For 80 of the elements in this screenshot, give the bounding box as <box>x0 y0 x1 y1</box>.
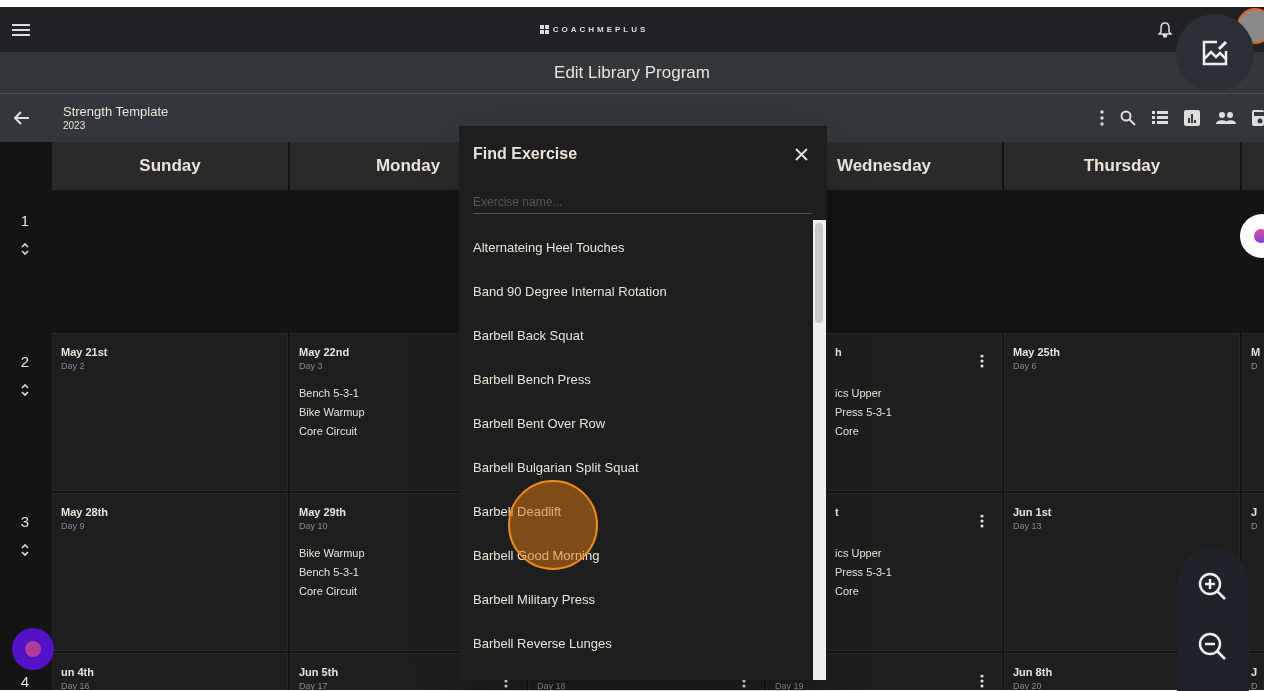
search-icon[interactable] <box>1120 110 1136 126</box>
day-label: Day 19 <box>775 680 804 690</box>
exercise-item[interactable]: Barbell Bench Press <box>459 358 813 402</box>
more-icon[interactable] <box>980 354 984 368</box>
scrollbar-thumb[interactable] <box>815 223 823 323</box>
workout-label[interactable]: Bench 5-3-1 <box>299 384 365 403</box>
workout-label[interactable]: Core <box>835 582 892 601</box>
more-icon[interactable] <box>1100 110 1104 126</box>
scrollbar[interactable] <box>813 220 826 680</box>
exercise-item[interactable]: Barbell Bent Over Row <box>459 402 813 446</box>
day-header: Sunday <box>52 142 288 190</box>
program-name: Strength Template <box>63 103 169 120</box>
image-edit-icon <box>1201 39 1229 67</box>
date-label: M <box>1251 345 1261 360</box>
workout-label[interactable]: Bench 5-3-1 <box>299 563 365 582</box>
page-title: Edit Library Program <box>554 61 710 84</box>
date-label: Jun 5th <box>299 665 339 680</box>
day-label: Day 2 <box>61 360 85 372</box>
date-label: Jun 8th <box>1013 665 1053 680</box>
close-icon[interactable] <box>795 147 808 161</box>
date-label: J <box>1251 665 1258 680</box>
workout-label[interactable]: Core <box>835 422 892 441</box>
workout-label[interactable]: Core Circuit <box>299 422 365 441</box>
day-label: Day 17 <box>299 680 328 690</box>
more-icon[interactable] <box>980 674 984 688</box>
menu-icon[interactable] <box>12 22 30 37</box>
week-number: 4 <box>20 672 30 690</box>
exercise-item[interactable]: Barbell Reverse Lunges <box>459 622 813 666</box>
week-number: 1 <box>20 211 30 231</box>
back-arrow-icon[interactable] <box>14 111 30 125</box>
workout-label[interactable]: Core Circuit <box>299 582 365 601</box>
week-number: 2 <box>20 352 30 372</box>
date-label: May 29th <box>299 505 347 520</box>
date-label: h <box>835 345 842 360</box>
workout-label[interactable]: Bike Warmup <box>299 544 365 563</box>
workout-label[interactable]: ics Upper <box>835 384 892 403</box>
week-number: 3 <box>20 512 30 532</box>
date-label: J <box>1251 505 1258 520</box>
reorder-icon[interactable] <box>21 242 29 255</box>
people-icon[interactable] <box>1216 112 1236 124</box>
date-label: t <box>835 505 839 520</box>
workout-label[interactable]: Bike Warmup <box>299 403 365 422</box>
logo-text: COACHMEPLUS <box>552 23 649 36</box>
day-label: Day 6 <box>1013 360 1037 372</box>
reorder-icon[interactable] <box>21 383 29 396</box>
day-label: Day 16 <box>61 680 90 690</box>
zoom-out-icon[interactable] <box>1198 632 1228 662</box>
day-label: Day 3 <box>299 360 323 372</box>
exercise-item[interactable]: Barbell Bulgarian Split Squat <box>459 446 813 490</box>
more-icon[interactable] <box>980 514 984 528</box>
day-label: D <box>1251 360 1258 372</box>
date-label: May 21st <box>61 345 108 360</box>
workout-label[interactable]: Press 5-3-1 <box>835 563 892 582</box>
day-label: D <box>1251 520 1258 532</box>
day-label: Day 18 <box>537 680 566 690</box>
date-label: May 22nd <box>299 345 350 360</box>
bell-icon[interactable] <box>1158 21 1172 38</box>
logo-icon <box>539 24 550 35</box>
date-label: May 25th <box>1013 345 1061 360</box>
list-icon[interactable] <box>1152 111 1168 125</box>
exercise-item[interactable]: Barbell Military Press <box>459 578 813 622</box>
day-label: D <box>1251 680 1258 690</box>
date-label: May 28th <box>61 505 109 520</box>
exercise-item[interactable]: Band 90 Degree Internal Rotation <box>459 270 813 314</box>
day-label: Day 20 <box>1013 680 1042 690</box>
day-label: Day 10 <box>299 520 328 532</box>
workout-label[interactable]: Press 5-3-1 <box>835 403 892 422</box>
exercise-item[interactable]: Alternateing Heel Touches <box>459 226 813 270</box>
day-header: Thursday <box>1004 142 1240 190</box>
exercise-item[interactable]: Barbell Back Squat <box>459 314 813 358</box>
date-label: Jun 1st <box>1013 505 1052 520</box>
workout-label[interactable]: ics Upper <box>835 544 892 563</box>
program-year: 2023 <box>63 119 87 133</box>
reorder-icon[interactable] <box>21 543 29 556</box>
chart-icon[interactable] <box>1184 110 1200 126</box>
zoom-in-icon[interactable] <box>1198 572 1228 602</box>
day-label: Day 9 <box>61 520 85 532</box>
date-label: un 4th <box>61 665 94 680</box>
day-label: Day 13 <box>1013 520 1042 532</box>
save-icon[interactable] <box>1252 110 1264 126</box>
